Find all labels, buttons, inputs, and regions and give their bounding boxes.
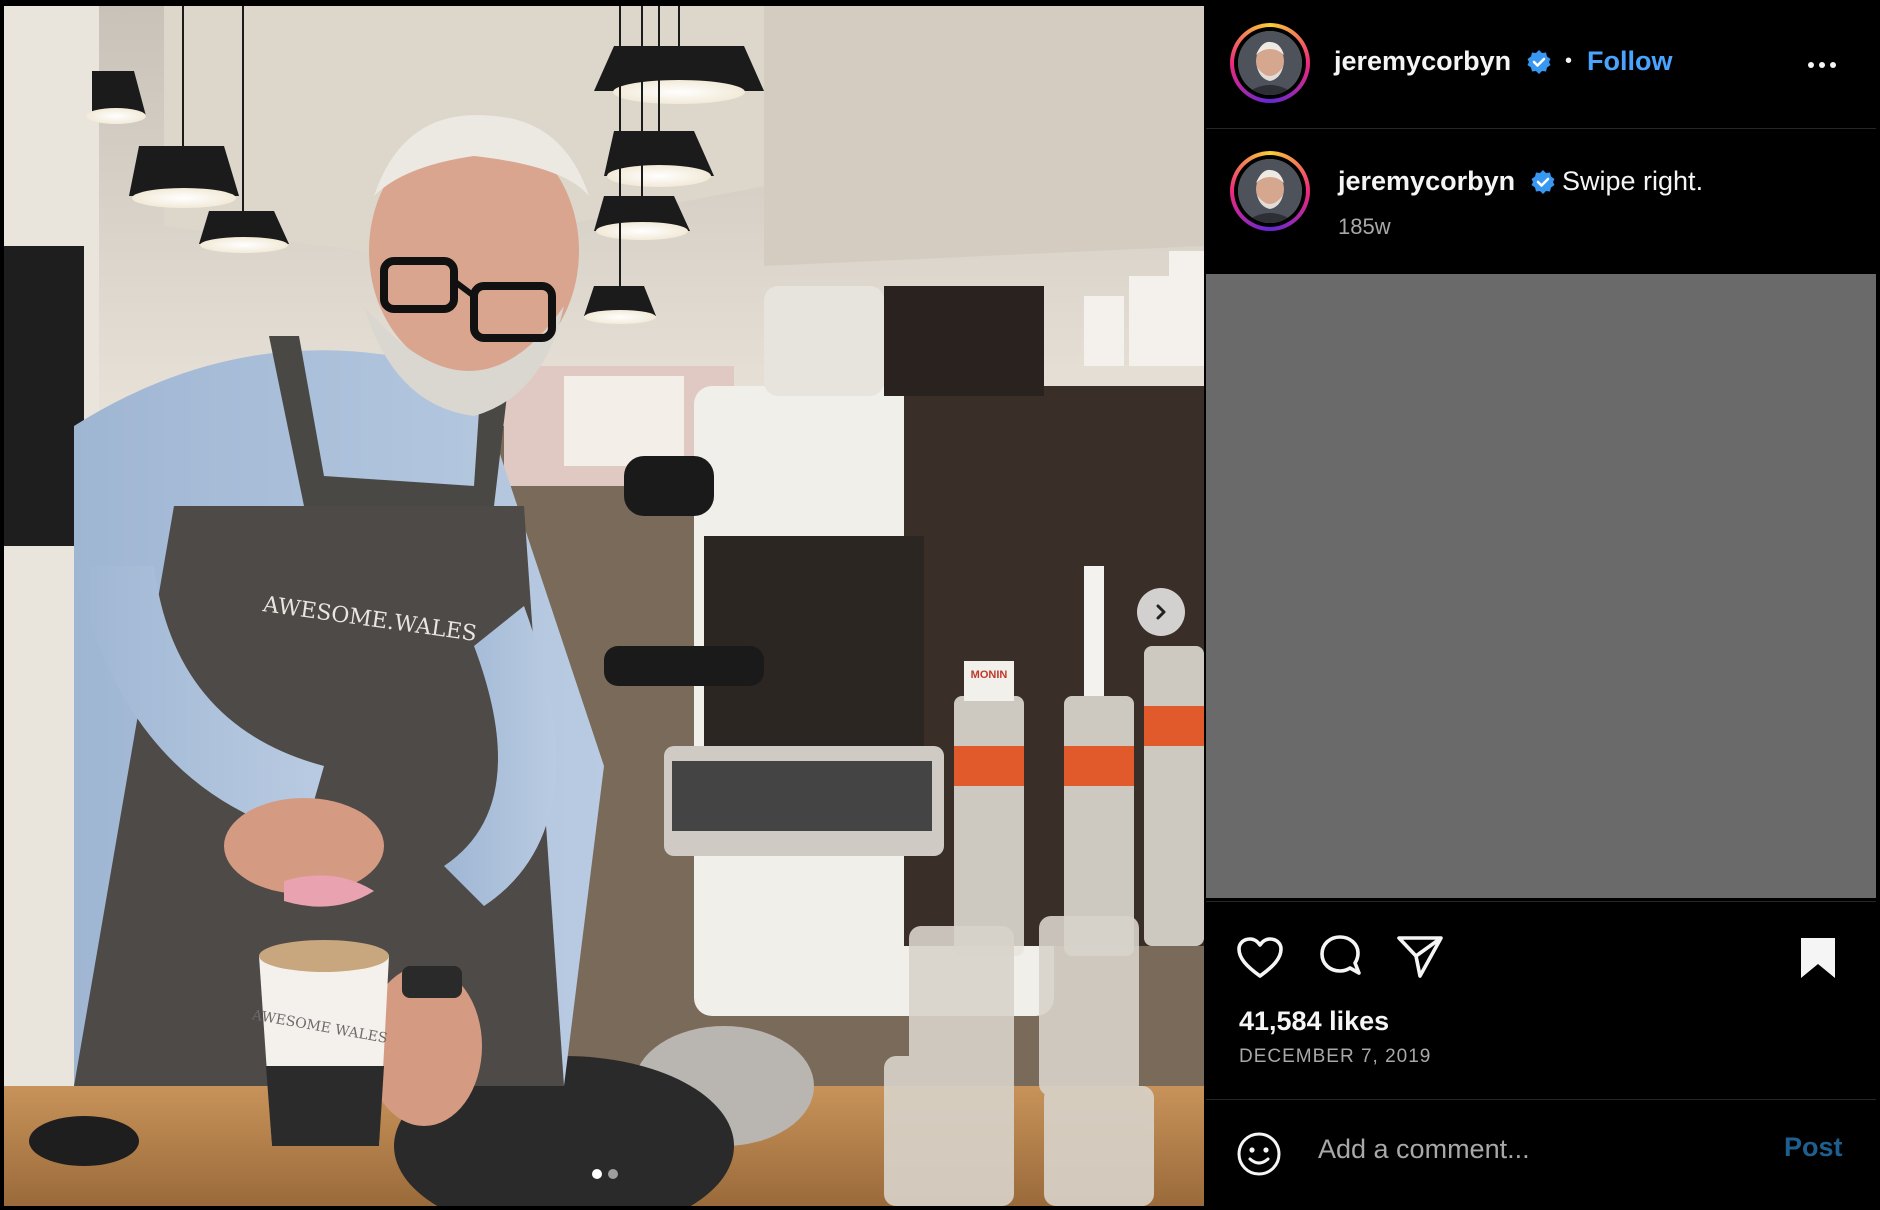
separator-dot: •	[1565, 50, 1573, 72]
caption-avatar[interactable]	[1230, 151, 1310, 231]
more-horizontal-icon	[1808, 62, 1814, 68]
comments-area	[1206, 274, 1876, 898]
username[interactable]: jeremycorbyn	[1334, 46, 1511, 77]
verified-badge-icon	[1527, 50, 1551, 74]
carousel-next-button[interactable]	[1137, 588, 1185, 636]
caption-verified-badge-icon	[1531, 170, 1555, 194]
action-bar	[1206, 901, 1876, 1102]
caption-username[interactable]: jeremycorbyn	[1338, 166, 1515, 197]
post-date: DECEMBER 7, 2019	[1239, 1046, 1432, 1067]
carousel-dot-1	[592, 1169, 602, 1179]
comment-button[interactable]	[1316, 934, 1364, 987]
bookmark-icon	[1801, 938, 1835, 978]
more-options-button[interactable]	[1802, 56, 1842, 74]
emoji-icon	[1237, 1132, 1281, 1176]
heart-icon	[1237, 937, 1283, 978]
post-header: jeremycorbyn • Follow	[1206, 6, 1876, 129]
comment-bar: Post	[1206, 1099, 1876, 1207]
carousel-dot-2	[608, 1169, 618, 1179]
comment-icon	[1320, 935, 1361, 975]
coffee-cup: AWESOME WALES	[250, 940, 389, 1146]
chevron-right-icon	[1156, 604, 1166, 620]
caption-avatar-photo	[1238, 159, 1302, 223]
follow-button[interactable]: Follow	[1587, 46, 1672, 77]
paper-plane-icon	[1397, 936, 1443, 978]
share-button[interactable]	[1396, 934, 1444, 985]
comment-input[interactable]	[1316, 1126, 1760, 1172]
avatar[interactable]	[1230, 23, 1310, 103]
post-time-ago[interactable]: 185w	[1338, 214, 1391, 240]
post-photo[interactable]: MONIN AWESOME.WALES AWESOME WALES	[4, 6, 1204, 1206]
post-comment-button[interactable]: Post	[1784, 1132, 1843, 1163]
avatar-photo	[1238, 31, 1302, 95]
carousel-indicator	[592, 1169, 618, 1179]
caption-text: Swipe right.	[1562, 166, 1704, 196]
save-button[interactable]	[1798, 936, 1838, 985]
syrup-label: MONIN	[971, 669, 1008, 681]
emoji-button[interactable]	[1236, 1131, 1282, 1182]
cafe-barista-photo: MONIN AWESOME.WALES AWESOME WALES	[4, 6, 1204, 1206]
like-button[interactable]	[1236, 936, 1284, 985]
post-sidebar: jeremycorbyn • Follow jeremycorbyn Swipe…	[1206, 6, 1876, 1206]
likes-count[interactable]: 41,584 likes	[1239, 1006, 1389, 1037]
instagram-post-window: MONIN AWESOME.WALES AWESOME WALES jeremy…	[0, 0, 1880, 1210]
